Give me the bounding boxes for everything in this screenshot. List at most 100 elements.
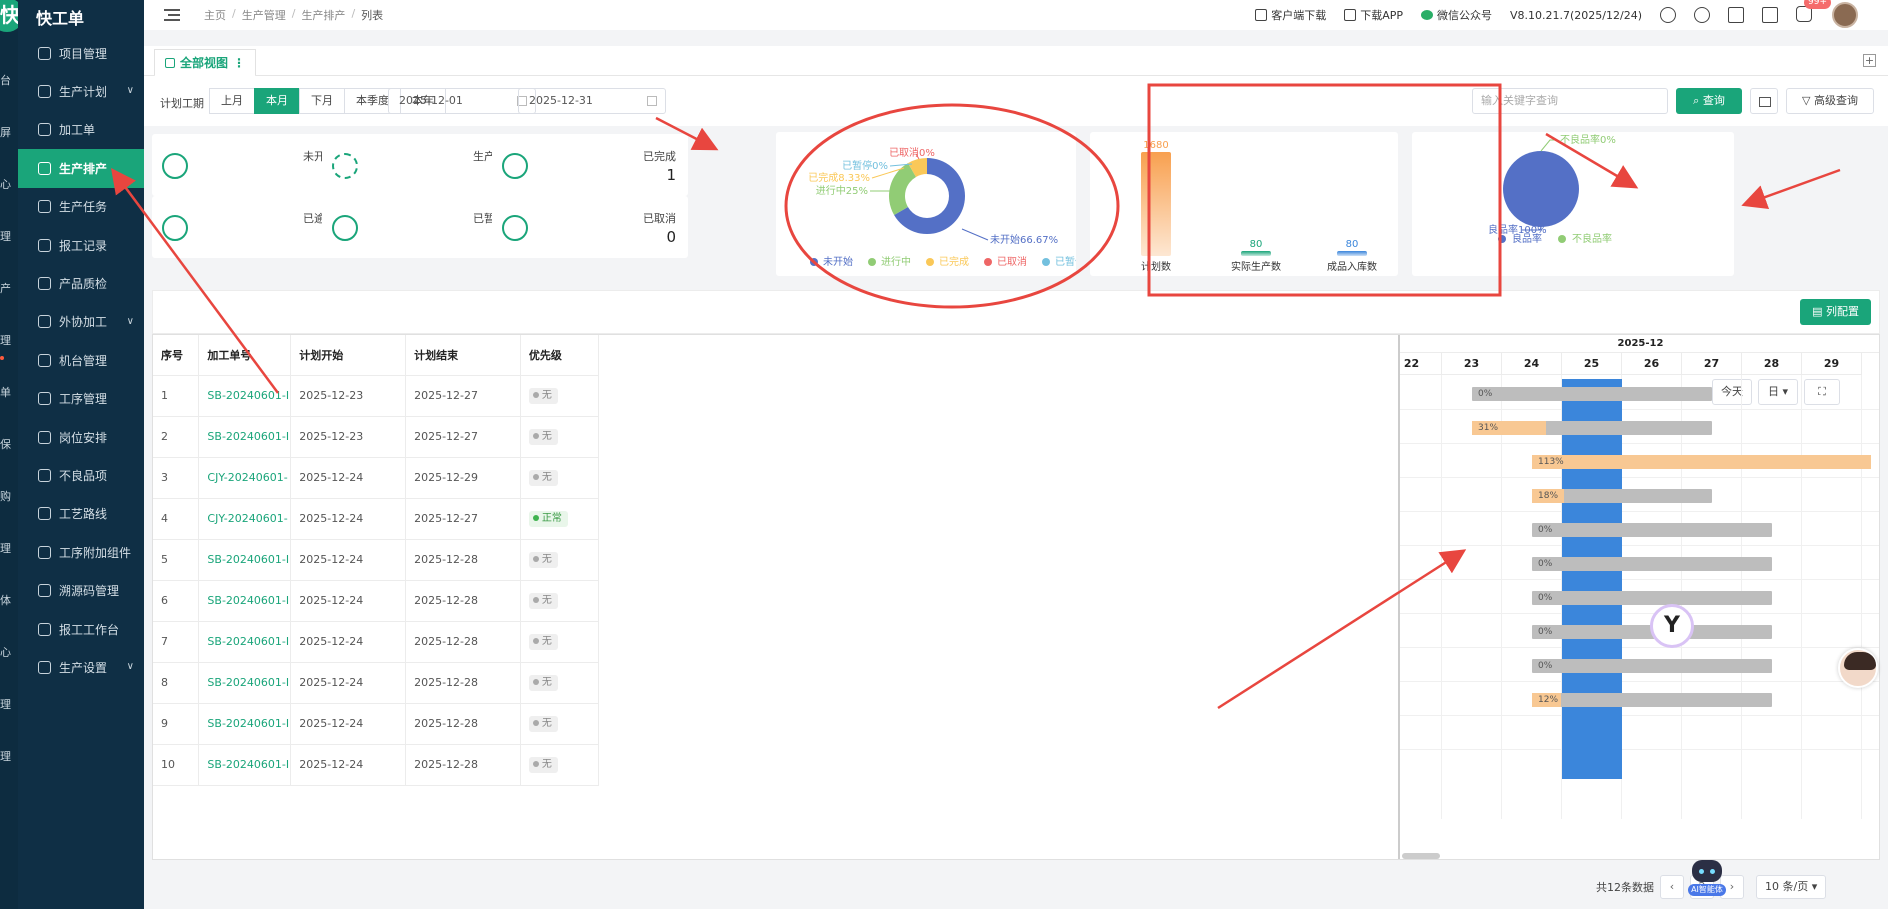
sidebar-item-project[interactable]: 项目管理 xyxy=(18,34,144,72)
table-row[interactable]: 5 SB-20240601-I 2025-12-24 2025-12-28 无 xyxy=(153,539,600,581)
sidebar-item-task[interactable]: 生产任务 xyxy=(18,188,144,226)
workorder-code-link[interactable]: SB-20240601-I xyxy=(198,375,292,417)
gantt-task-bar[interactable]: 18% xyxy=(1532,489,1712,503)
legend-label[interactable]: 已完成 xyxy=(939,255,969,268)
sidebar-item-settings[interactable]: 生产设置 ∨ xyxy=(18,648,144,686)
sidebar-item-qc[interactable]: 产品质检 xyxy=(18,264,144,302)
legend-label[interactable]: 进行中 xyxy=(881,255,911,268)
sidebar-item-post[interactable]: 岗位安排 xyxy=(18,418,144,456)
sidebar-item-workorder[interactable]: 加工单 xyxy=(18,111,144,149)
sidebar-item-plan[interactable]: 生产计划 ∨ xyxy=(18,72,144,110)
column-header[interactable]: 加工单号 xyxy=(198,335,292,376)
workorder-code-link[interactable]: SB-20240601-I xyxy=(198,662,292,704)
query-button[interactable]: ⌕ 查询 xyxy=(1676,88,1742,114)
qty-bar-2[interactable] xyxy=(1337,251,1367,256)
assistant-avatar[interactable] xyxy=(1838,648,1878,688)
workorder-code-link[interactable]: SB-20240601-I xyxy=(198,416,292,458)
floating-logo-button[interactable] xyxy=(1650,604,1694,648)
breadcrumb-production[interactable]: 生产管理 xyxy=(242,7,286,23)
client-download-link[interactable]: 客户端下载 xyxy=(1255,7,1326,23)
period-option[interactable]: 下月 xyxy=(299,88,345,114)
expand-button[interactable]: ⛶ xyxy=(1804,379,1840,405)
download-app-link[interactable]: 下载APP xyxy=(1344,7,1403,23)
gantt-task-bar[interactable]: 0% xyxy=(1532,659,1772,673)
workorder-code-link[interactable]: CJY-20240601- xyxy=(198,457,292,499)
stat-card[interactable]: 未开始8 xyxy=(152,134,348,196)
today-button[interactable]: 今天 xyxy=(1712,379,1752,405)
table-row[interactable]: 10 SB-20240601-I 2025-12-24 2025-12-28 无 xyxy=(153,744,600,786)
table-row[interactable]: 3 CJY-20240601- 2025-12-24 2025-12-29 无 xyxy=(153,457,600,499)
legend-label[interactable]: 不良品率 xyxy=(1572,232,1612,245)
sidebar-item-addon[interactable]: 工序附加组件 xyxy=(18,533,144,571)
sidebar-item-report-desk[interactable]: 报工工作台 xyxy=(18,610,144,648)
period-option[interactable]: 本月 xyxy=(254,88,300,114)
workorder-code-link[interactable]: SB-20240601-I xyxy=(198,580,292,622)
headset-icon[interactable] xyxy=(1660,7,1676,23)
legend-label[interactable]: 良品率 xyxy=(1512,232,1542,245)
tab-more-icon[interactable]: ⋮ xyxy=(233,56,245,70)
sidebar-item-defect[interactable]: 不良品项 xyxy=(18,456,144,494)
legend-label[interactable]: 未开始 xyxy=(823,255,853,268)
breadcrumb-scheduling[interactable]: 生产排产 xyxy=(301,7,345,23)
end-date-input[interactable]: 2025-12-31 xyxy=(518,88,666,114)
table-row[interactable]: 9 SB-20240601-I 2025-12-24 2025-12-28 无 xyxy=(153,703,600,745)
wechat-link[interactable]: 微信公众号 xyxy=(1421,7,1492,23)
sidebar-item-outsourcing[interactable]: 外协加工 ∨ xyxy=(18,303,144,341)
calendar-icon[interactable] xyxy=(1762,7,1778,23)
message-button[interactable]: 99+ xyxy=(1796,0,1831,24)
advanced-query-button[interactable]: ▽ 高级查询 xyxy=(1786,88,1874,114)
workorder-code-link[interactable]: SB-20240601-I xyxy=(198,744,292,786)
page-size-select[interactable]: 10 条/页 ▾ xyxy=(1756,875,1827,899)
keyword-search-input[interactable]: 输入关键字查询 xyxy=(1472,88,1668,114)
gantt-task-bar[interactable]: 0% xyxy=(1472,387,1712,401)
toolbox-button[interactable] xyxy=(1750,88,1778,114)
sidebar-item-process[interactable]: 工序管理 xyxy=(18,380,144,418)
table-row[interactable]: 4 CJY-20240601- 2025-12-24 2025-12-27 正常 xyxy=(153,498,600,540)
column-config-button[interactable]: ▤ 列配置 xyxy=(1800,299,1871,325)
menu-fold-icon[interactable] xyxy=(164,9,180,21)
sidebar-item-machine[interactable]: 机台管理 xyxy=(18,341,144,379)
sidebar-item-report-record[interactable]: 报工记录 xyxy=(18,226,144,264)
stat-card[interactable]: 已逾期0 xyxy=(152,196,348,258)
tab-all-views[interactable]: 全部视图 ⋮ xyxy=(154,49,257,77)
sidebar-item-route[interactable]: 工艺路线 xyxy=(18,495,144,533)
table-row[interactable]: 6 SB-20240601-I 2025-12-24 2025-12-28 无 xyxy=(153,580,600,622)
donut-slice-1[interactable] xyxy=(889,163,917,215)
ai-agent-button[interactable]: AI智能体 xyxy=(1688,858,1726,898)
workorder-code-link[interactable]: SB-20240601-I xyxy=(198,703,292,745)
prev-page-button[interactable]: ‹ xyxy=(1660,875,1684,899)
legend-label[interactable]: 已取消 xyxy=(997,255,1027,268)
gantt-scrollbar[interactable] xyxy=(1402,853,1440,859)
stat-card[interactable]: 生产中3 xyxy=(322,134,518,196)
column-header[interactable]: 优先级 xyxy=(520,335,600,376)
gantt-task-bar[interactable]: 31% xyxy=(1472,421,1712,435)
start-date-input[interactable]: 2025-12-01 xyxy=(388,88,536,114)
workorder-code-link[interactable]: SB-20240601-I xyxy=(198,539,292,581)
stat-card[interactable]: 已完成 1 xyxy=(492,134,688,196)
column-header[interactable]: 计划结束 xyxy=(405,335,521,376)
stat-card[interactable]: 已暂停0 xyxy=(322,196,518,258)
table-row[interactable]: 2 SB-20240601-I 2025-12-23 2025-12-27 无 xyxy=(153,416,600,458)
workorder-code-link[interactable]: SB-20240601-I xyxy=(198,621,292,663)
period-option[interactable]: 上月 xyxy=(209,88,255,114)
qty-bar-1[interactable] xyxy=(1241,251,1271,256)
breadcrumb-home[interactable]: 主页 xyxy=(204,7,226,23)
legend-label[interactable]: 已暂停 xyxy=(1055,255,1085,268)
table-row[interactable]: 8 SB-20240601-I 2025-12-24 2025-12-28 无 xyxy=(153,662,600,704)
scale-select[interactable]: 日 ▾ xyxy=(1758,379,1798,405)
column-header[interactable]: 序号 xyxy=(153,335,200,376)
table-row[interactable]: 1 SB-20240601-I 2025-12-23 2025-12-27 无 xyxy=(153,375,600,417)
gantt-task-bar[interactable]: 0% xyxy=(1532,557,1772,571)
table-row[interactable]: 7 SB-20240601-I 2025-12-24 2025-12-28 无 xyxy=(153,621,600,663)
workorder-code-link[interactable]: CJY-20240601- xyxy=(198,498,292,540)
qty-bar-0[interactable] xyxy=(1141,152,1171,256)
column-header[interactable]: 计划开始 xyxy=(290,335,407,376)
sidebar-item-scheduling[interactable]: 生产排产 xyxy=(18,149,144,188)
add-view-button[interactable]: + xyxy=(1863,54,1876,67)
user-avatar[interactable] xyxy=(1832,2,1858,28)
gantt-task-bar[interactable]: 12% xyxy=(1532,693,1772,707)
gantt-task-bar[interactable]: 0% xyxy=(1532,523,1772,537)
sidebar-item-trace[interactable]: 溯源码管理 xyxy=(18,571,144,609)
book-icon[interactable] xyxy=(1728,7,1744,23)
gantt-task-bar[interactable]: 113% xyxy=(1532,455,1871,469)
